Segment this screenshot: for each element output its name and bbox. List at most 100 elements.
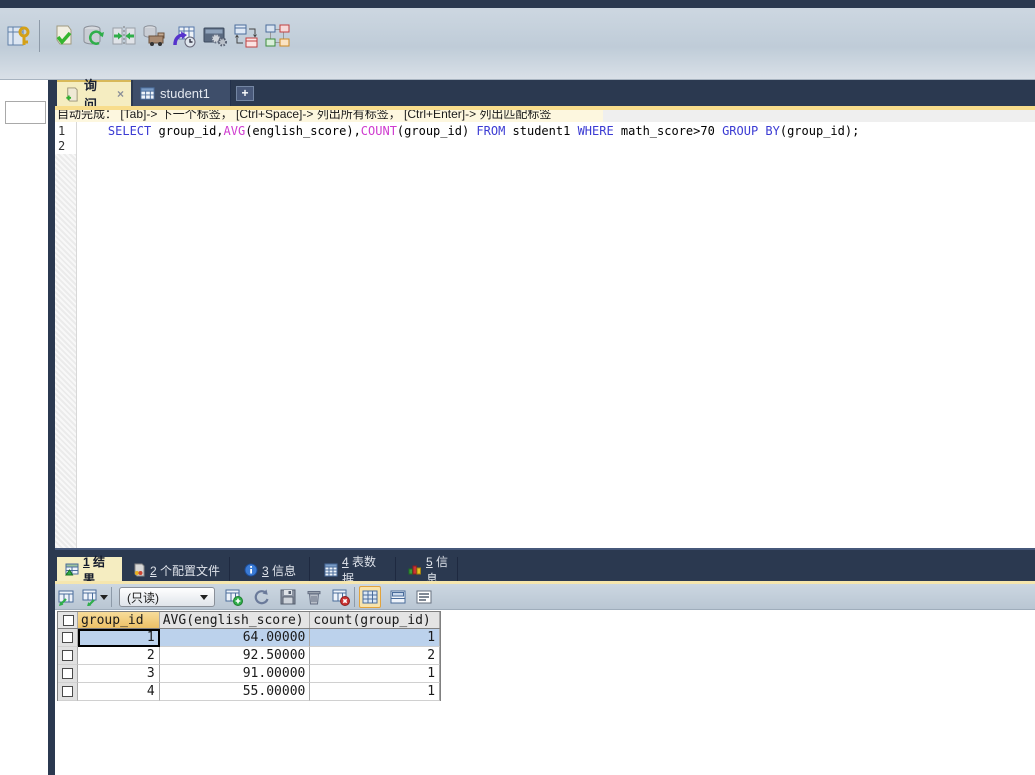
panel-splitter[interactable] xyxy=(48,80,55,775)
grid-cell[interactable]: 1 xyxy=(310,683,441,701)
data-compare-button[interactable] xyxy=(110,22,138,50)
tab-student1[interactable]: student1 xyxy=(133,80,231,106)
result-tab-messages[interactable]: 3 信息 xyxy=(236,557,310,583)
export-dropdown-caret-icon[interactable] xyxy=(100,595,108,600)
sql-token: GROUP BY xyxy=(722,124,780,138)
dropdown-caret-icon xyxy=(200,594,208,600)
table-tab-icon xyxy=(140,86,155,101)
row-checkbox[interactable] xyxy=(61,632,73,643)
select-all-checkbox[interactable] xyxy=(63,614,75,626)
result-tab-label: 信息 xyxy=(272,563,297,578)
column-header-count-group-id[interactable]: count(group_id) xyxy=(310,612,440,628)
row-select-cell[interactable] xyxy=(58,629,78,647)
results-toolbar: (只读) xyxy=(55,584,1035,610)
grid-cell[interactable]: 2 xyxy=(77,647,160,665)
text-view-toggle[interactable] xyxy=(413,586,435,608)
refresh-database-button[interactable] xyxy=(80,22,108,50)
new-tab-button[interactable]: + xyxy=(236,86,254,101)
window-title-strip xyxy=(0,0,1035,8)
backup-database-button[interactable] xyxy=(140,22,168,50)
object-filter-input[interactable] xyxy=(5,101,46,124)
profile-icon xyxy=(132,563,146,577)
column-header-avg-english-score[interactable]: AVG(english_score) xyxy=(159,612,311,628)
grid-cell[interactable]: 1 xyxy=(310,629,441,647)
readonly-mode-dropdown[interactable]: (只读) xyxy=(119,587,215,607)
sql-token: group_id, xyxy=(151,124,224,138)
table-export-icon xyxy=(57,588,75,606)
column-header-group-id[interactable]: group_id xyxy=(77,612,160,628)
sql-code-line-1[interactable]: SELECT group_id,AVG(english_score),COUNT… xyxy=(79,124,859,139)
result-grid-icon xyxy=(65,563,79,577)
import-external-data-icon xyxy=(171,23,197,49)
gutter-hatch-pattern xyxy=(55,154,76,548)
tab-query[interactable]: 询问 × xyxy=(57,78,131,112)
sql-token: student1 xyxy=(505,124,578,138)
row-select-cell[interactable] xyxy=(58,683,78,701)
grid-cell[interactable]: 1 xyxy=(310,665,441,683)
add-row-button[interactable] xyxy=(225,588,243,606)
result-tab-profiles[interactable]: 2 个配置文件 xyxy=(124,557,230,583)
schema-sync-button[interactable] xyxy=(232,22,260,50)
result-tab-label: 个配置文件 xyxy=(160,563,221,578)
revert-arrow-icon xyxy=(252,588,270,606)
query-tab-icon xyxy=(64,86,79,102)
schema-designer-button[interactable] xyxy=(263,22,291,50)
table-row[interactable]: 4 55.00000 1 xyxy=(58,683,441,701)
row-select-cell[interactable] xyxy=(58,647,78,665)
import-external-data-button[interactable] xyxy=(170,22,198,50)
readonly-mode-value: (只读) xyxy=(127,590,159,605)
info-icon xyxy=(244,563,258,577)
grid-cell[interactable]: 92.50000 xyxy=(159,647,311,665)
table-row[interactable]: 2 92.50000 2 xyxy=(58,647,441,665)
object-browser-panel xyxy=(0,80,48,775)
results-toolbar-separator xyxy=(111,587,112,607)
save-changes-button[interactable] xyxy=(279,588,297,606)
close-tab-icon[interactable]: × xyxy=(115,87,124,101)
result-tab-num: 2 xyxy=(150,563,157,578)
revert-changes-button[interactable] xyxy=(252,588,270,606)
grid-cell[interactable]: 3 xyxy=(77,665,160,683)
execute-script-button[interactable] xyxy=(49,22,77,50)
new-connection-button[interactable] xyxy=(4,22,32,50)
export-options-button[interactable] xyxy=(81,588,99,606)
grid-cell[interactable]: 4 xyxy=(77,683,160,701)
table-row[interactable]: 1 64.00000 1 xyxy=(58,629,441,647)
execute-script-icon xyxy=(50,23,76,49)
grid-view-toggle[interactable] xyxy=(359,586,381,608)
line-number-2: 2 xyxy=(58,139,66,153)
result-tab-table-data[interactable]: 4 表数据 xyxy=(316,555,396,586)
grid-cell[interactable]: 64.00000 xyxy=(159,629,311,647)
sql-editor[interactable]: 1 2 SELECT group_id,AVG(english_score),C… xyxy=(55,122,1035,548)
grid-cell[interactable]: 2 xyxy=(310,647,441,665)
result-tab-num: 4 xyxy=(342,555,349,569)
delete-row-button[interactable] xyxy=(305,588,323,606)
job-scheduler-button[interactable] xyxy=(201,22,229,50)
cancel-changes-icon xyxy=(332,588,350,606)
row-checkbox[interactable] xyxy=(61,650,73,661)
result-tab-info[interactable]: 5 信息 xyxy=(400,555,458,586)
grid-cell[interactable]: 55.00000 xyxy=(159,683,311,701)
table-row[interactable]: 3 91.00000 1 xyxy=(58,665,441,683)
select-all-cell[interactable] xyxy=(58,612,78,628)
result-tab-results[interactable]: 1 结果 xyxy=(57,555,122,586)
row-checkbox[interactable] xyxy=(61,668,73,679)
export-resultset-button[interactable] xyxy=(57,588,75,606)
form-view-toggle[interactable] xyxy=(387,586,409,608)
form-view-icon xyxy=(389,588,407,606)
row-select-cell[interactable] xyxy=(58,665,78,683)
result-tab-num: 1 xyxy=(83,555,90,569)
table-tab-label: student1 xyxy=(160,85,210,101)
hint-bar-top-strip xyxy=(55,106,1035,110)
refresh-database-icon xyxy=(81,23,107,49)
grid-cell[interactable]: 91.00000 xyxy=(159,665,311,683)
sql-token: (english_score), xyxy=(245,124,361,138)
add-row-icon xyxy=(225,588,243,606)
backup-database-icon xyxy=(141,23,167,49)
new-connection-icon xyxy=(5,23,31,49)
row-checkbox[interactable] xyxy=(61,686,73,697)
cancel-changes-button[interactable] xyxy=(332,588,350,606)
job-scheduler-icon xyxy=(202,23,228,49)
grid-cell[interactable]: 1 xyxy=(77,629,160,647)
main-toolbar xyxy=(0,8,1035,80)
